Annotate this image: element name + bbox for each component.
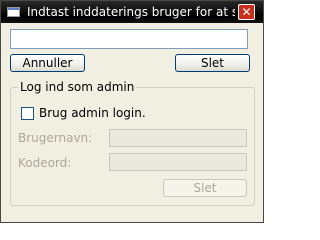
window-title: Indtast inddaterings bruger for at sl... [27,5,235,19]
delete-button[interactable]: Slet [175,54,250,72]
admin-delete-button[interactable]: Slet [163,179,247,197]
close-button[interactable]: ✕ [238,4,255,20]
window-icon [7,7,20,17]
username-label: Brugernavn: [18,131,93,145]
password-label: Kodeord: [18,156,72,170]
username-field[interactable] [109,129,247,147]
cancel-button[interactable]: Annuller [10,54,85,72]
user-input[interactable] [10,29,248,49]
title-bar[interactable]: Indtast inddaterings bruger for at sl...… [1,1,263,23]
dialog-window: Indtast inddaterings bruger for at sl...… [0,0,264,223]
admin-login-checkbox[interactable] [21,107,34,120]
admin-login-checkbox-label[interactable]: Brug admin login. [39,106,146,120]
password-field[interactable] [109,153,247,171]
admin-group-title: Log ind som admin [18,80,137,94]
